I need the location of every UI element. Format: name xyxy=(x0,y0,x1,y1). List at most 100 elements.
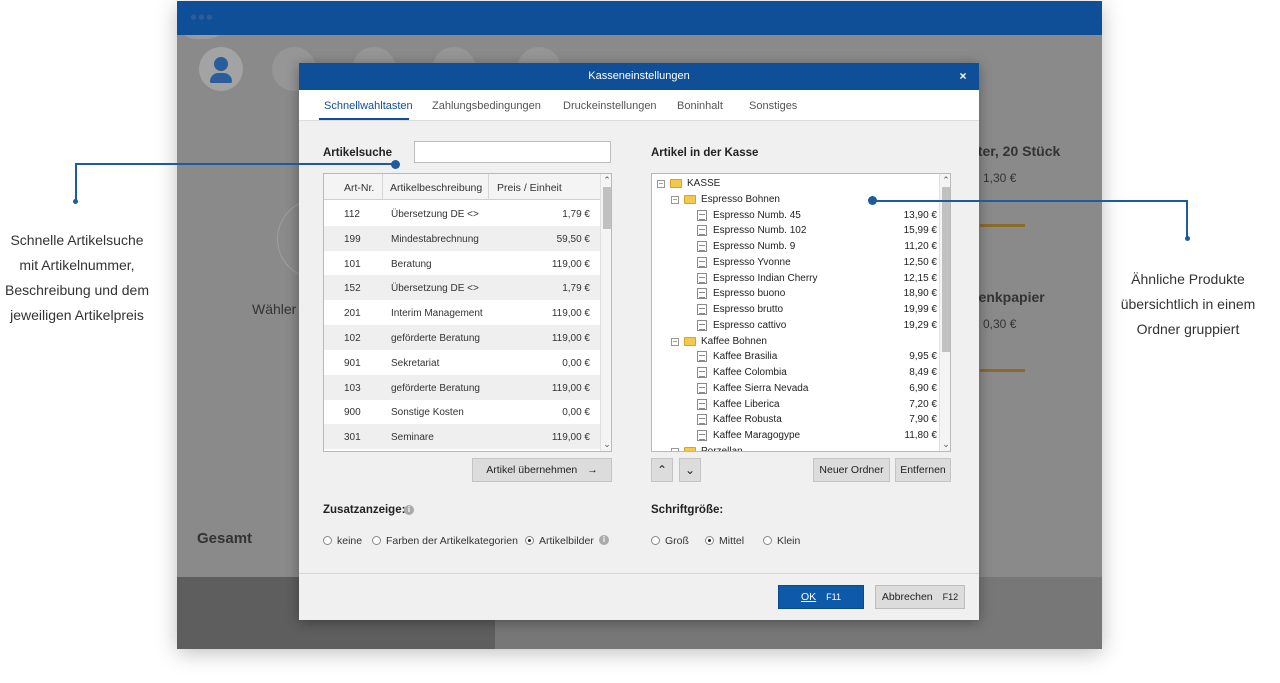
collapse-icon[interactable]: − xyxy=(671,195,679,204)
move-up-button[interactable]: ⌃ xyxy=(651,458,673,482)
table-row[interactable]: 112 Übersetzung DE <> 1,79 € xyxy=(324,201,600,226)
scroll-thumb[interactable] xyxy=(942,187,950,352)
article-icon xyxy=(697,319,707,331)
table-cell-nr: 900 xyxy=(344,407,361,419)
table-row[interactable]: 152 Übersetzung DE <> 1,79 € xyxy=(324,275,600,301)
annotation-line: Schnelle Artikelsuche xyxy=(10,232,144,248)
tree-node-label: Espresso cattivo xyxy=(713,319,787,331)
table-cell-desc: Übersetzung DE <> xyxy=(391,283,479,295)
radio-dot[interactable] xyxy=(651,536,660,545)
take-over-button[interactable]: Artikel übernehmen → xyxy=(472,458,612,482)
bg-product-name: ilter, 20 Stück xyxy=(970,143,1061,159)
table-row[interactable]: 102 geförderte Beratung 119,00 € xyxy=(324,325,600,350)
tree-item[interactable]: Espresso cattivo 19,29 € xyxy=(697,318,937,334)
scroll-down-icon[interactable]: ⌄ xyxy=(601,438,611,450)
tree-node-label: Kaffee Liberica xyxy=(713,398,780,410)
tree-scrollbar[interactable]: ⌃ ⌄ xyxy=(939,174,950,451)
tree-item[interactable]: Kaffee Brasilia 9,95 € xyxy=(697,349,937,365)
tab-druckeinstellungen[interactable]: Druckeinstellungen xyxy=(563,100,657,112)
bg-product-bar xyxy=(980,369,1025,372)
radio-dot[interactable] xyxy=(705,536,714,545)
annotation-left-dot xyxy=(391,160,400,169)
table-row[interactable]: 901 Sekretariat 0,00 € xyxy=(324,350,600,375)
collapse-icon[interactable]: − xyxy=(671,337,679,346)
radio-dot[interactable] xyxy=(525,536,534,545)
column-header-nr[interactable]: Art-Nr. xyxy=(344,182,374,194)
collapse-icon[interactable]: − xyxy=(671,447,679,451)
tree-item[interactable]: Kaffee Colombia 8,49 € xyxy=(697,365,937,381)
tab-sonstiges[interactable]: Sonstiges xyxy=(749,100,797,112)
table-row[interactable]: 101 Beratung 119,00 € xyxy=(324,251,600,276)
close-icon[interactable]: × xyxy=(955,68,971,84)
radio-dot[interactable] xyxy=(763,536,772,545)
scroll-thumb[interactable] xyxy=(603,187,611,229)
article-icon xyxy=(697,430,707,441)
cancel-button[interactable]: Abbrechen F12 xyxy=(875,585,965,609)
annotation-line: jeweiligen Artikelpreis xyxy=(10,307,144,323)
info-icon[interactable]: i xyxy=(599,535,609,545)
scroll-up-icon[interactable]: ⌃ xyxy=(940,174,950,186)
tree-item[interactable]: Espresso brutto 19,99 € xyxy=(697,302,937,318)
tree-item[interactable]: Espresso Indian Cherry 12,15 € xyxy=(697,271,937,287)
tree-node-label: Kaffee Sierra Nevada xyxy=(713,382,809,394)
table-row[interactable]: 301 Seminare 119,00 € xyxy=(324,424,600,450)
tree-node-price: 13,90 € xyxy=(903,209,937,221)
tree-node-label: Espresso Numb. 45 xyxy=(713,209,801,221)
new-folder-button[interactable]: Neuer Ordner xyxy=(813,458,890,482)
table-row[interactable]: 201 Interim Management 119,00 € xyxy=(324,300,600,325)
remove-button[interactable]: Entfernen xyxy=(895,458,951,482)
folder-icon xyxy=(670,179,682,188)
scroll-down-icon[interactable]: ⌄ xyxy=(940,438,950,450)
tree-item[interactable]: Kaffee Liberica 7,20 € xyxy=(697,397,937,413)
tree-root[interactable]: − KASSE xyxy=(657,176,937,192)
info-icon[interactable]: i xyxy=(404,505,414,515)
tree-item[interactable]: Espresso Yvonne 12,50 € xyxy=(697,255,937,271)
column-header-price[interactable]: Preis / Einheit xyxy=(497,182,562,194)
tree-item[interactable]: Kaffee Robusta 7,90 € xyxy=(697,412,937,428)
radio-dot[interactable] xyxy=(323,536,332,545)
table-row[interactable]: 199 Mindestabrechnung 59,50 € xyxy=(324,225,600,251)
table-cell-price: 119,00 € xyxy=(551,258,590,270)
tree-folder[interactable]: − Porzellan xyxy=(671,444,937,451)
table-row[interactable]: 103 geförderte Beratung 119,00 € xyxy=(324,374,600,400)
tree-item[interactable]: Espresso Numb. 9 11,20 € xyxy=(697,239,937,255)
table-scrollbar[interactable]: ⌃ ⌄ xyxy=(600,174,611,451)
radio-label: Groß xyxy=(665,535,689,547)
register-tree: − KASSE − Espresso Bohnen Espresso Numb. 45 1… xyxy=(651,173,951,452)
tree-item[interactable]: Espresso Numb. 102 15,99 € xyxy=(697,223,937,239)
table-cell-nr: 152 xyxy=(344,283,361,295)
tree-item[interactable]: Kaffee Maragogype 11,80 € xyxy=(697,428,937,444)
radio-dot[interactable] xyxy=(372,536,381,545)
search-input[interactable] xyxy=(414,141,611,163)
article-icon xyxy=(697,256,707,268)
bg-choose-text: Wähler xyxy=(252,301,297,317)
tab-boninhalt[interactable]: Boninhalt xyxy=(677,100,723,112)
ok-button[interactable]: OK F11 xyxy=(778,585,864,609)
collapse-icon[interactable]: − xyxy=(657,180,665,188)
tree-item[interactable]: Espresso buono 18,90 € xyxy=(697,286,937,302)
tree-item[interactable]: Kaffee Sierra Nevada 6,90 € xyxy=(697,381,937,397)
annotation-line: Beschreibung und dem xyxy=(5,282,149,298)
cancel-shortcut: F12 xyxy=(942,592,959,602)
move-down-button[interactable]: ⌄ xyxy=(679,458,701,482)
search-label: Artikelsuche xyxy=(323,147,393,159)
tree-item[interactable]: Espresso Numb. 45 13,90 € xyxy=(697,208,937,224)
radio-label: Mittel xyxy=(719,535,745,547)
tree-node-label: Kaffee Brasilia xyxy=(713,351,778,363)
table-row[interactable]: 900 Sonstige Kosten 0,00 € xyxy=(324,399,600,424)
column-header-desc[interactable]: Artikelbeschreibung xyxy=(390,182,482,194)
folder-icon xyxy=(684,194,696,204)
tab-schnellwahltasten[interactable]: Schnellwahltasten xyxy=(324,100,413,112)
tree-folder[interactable]: − Kaffee Bohnen xyxy=(671,334,937,350)
article-table: Art-Nr. Artikelbeschreibung Preis / Einh… xyxy=(323,173,612,452)
table-cell-desc: Interim Management xyxy=(391,308,483,320)
tree-node-price: 7,20 € xyxy=(909,398,937,410)
tree-node-price: 15,99 € xyxy=(903,225,937,237)
scroll-up-icon[interactable]: ⌃ xyxy=(601,174,611,186)
annotation-line: Ähnliche Produkte xyxy=(1131,271,1245,287)
tab-zahlungsbedingungen[interactable]: Zahlungsbedingungen xyxy=(432,100,541,112)
tree-node-label: Espresso Numb. 9 xyxy=(713,241,796,252)
table-cell-nr: 301 xyxy=(344,432,361,444)
table-cell-nr: 103 xyxy=(344,382,361,394)
table-cell-price: 119,00 € xyxy=(551,308,590,320)
